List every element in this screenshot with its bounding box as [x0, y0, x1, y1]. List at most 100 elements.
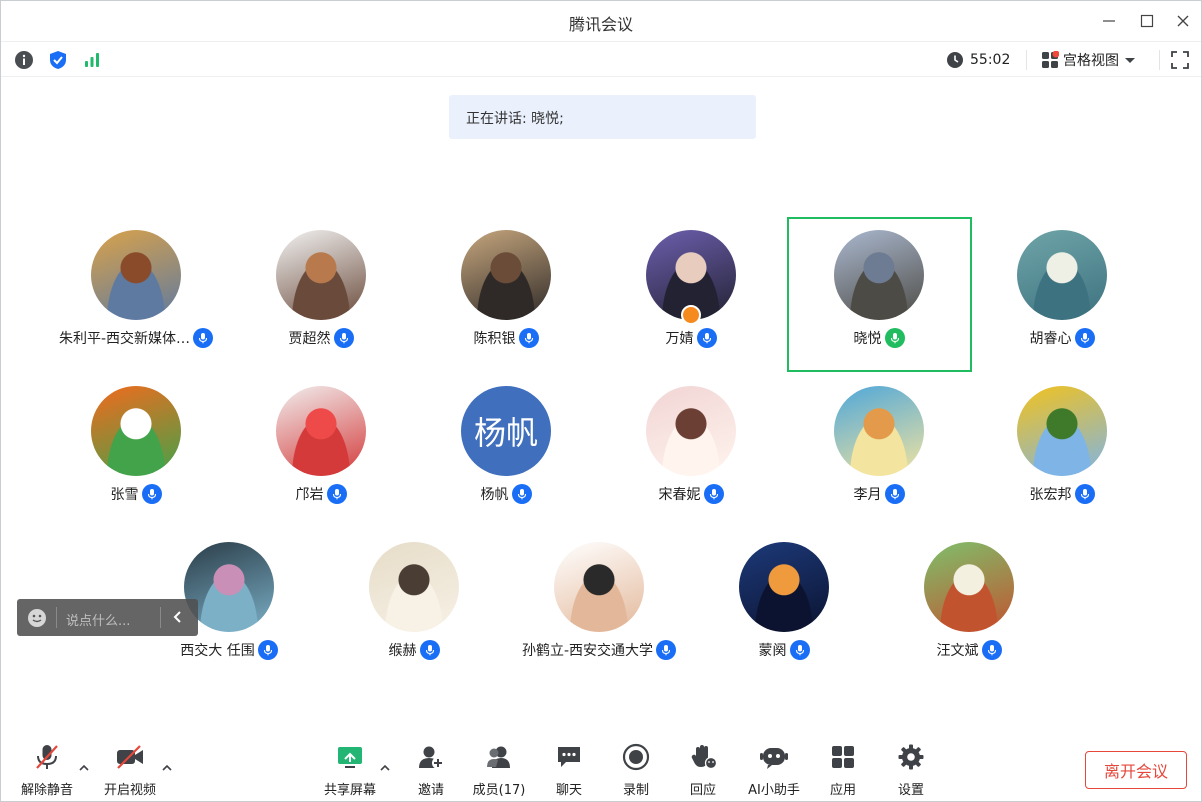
invite-label: 邀请: [417, 783, 444, 798]
participant-tile[interactable]: 缑赫: [322, 529, 506, 684]
maximize-icon[interactable]: [1131, 7, 1163, 35]
participant-tile[interactable]: 张雪: [44, 373, 228, 528]
settings-button[interactable]: 设置: [893, 741, 929, 799]
chevron-left-icon[interactable]: [171, 610, 185, 624]
participant-name-line: 张雪: [44, 484, 228, 504]
fullscreen-icon[interactable]: [1169, 49, 1191, 71]
mic-icon: [884, 484, 905, 504]
participant-name: 万婧: [665, 331, 694, 347]
participant-name-line: 陈积银: [414, 328, 598, 348]
record-button[interactable]: 录制: [618, 741, 654, 799]
ai-assistant-icon: [758, 741, 790, 773]
chat-label: 聊天: [555, 783, 582, 798]
participant-tile[interactable]: 朱利平-西交新媒体…: [44, 217, 228, 372]
members-label: 成员(17): [472, 783, 526, 798]
mic-icon: [141, 484, 162, 504]
participant-tile[interactable]: 李月: [787, 373, 971, 528]
participant-name-line: 缑赫: [322, 640, 506, 660]
security-shield-icon[interactable]: [47, 49, 69, 71]
mic-muted-icon: [31, 741, 63, 773]
leave-meeting-button[interactable]: 离开会议: [1085, 751, 1187, 789]
participant-tile[interactable]: 杨帆 杨帆: [414, 373, 598, 528]
participant-name-line: 胡睿心: [970, 328, 1154, 348]
participant-name: 杨帆: [480, 487, 509, 503]
participant-name-line: 贾超然: [229, 328, 413, 348]
mic-icon: [511, 484, 532, 504]
timer-text: 55:02: [970, 52, 1011, 68]
participant-name: 张雪: [110, 487, 139, 503]
participant-name-line: 汪文斌: [877, 640, 1061, 660]
participant-name: 陈积银: [473, 331, 516, 347]
chevron-down-icon: [1125, 58, 1135, 63]
participant-tile[interactable]: 张宏邦: [970, 373, 1154, 528]
minimize-icon[interactable]: [1093, 7, 1125, 35]
chat-bubble-icon: [553, 741, 585, 773]
participant-tile[interactable]: 胡睿心: [970, 217, 1154, 372]
participant-name-line: 张宏邦: [970, 484, 1154, 504]
participant-tile[interactable]: 陈积银: [414, 217, 598, 372]
participant-tile[interactable]: 孙鹤立-西安交通大学: [507, 529, 691, 684]
active-speaker-highlight: [787, 217, 972, 372]
avatar: [646, 386, 736, 476]
chat-input-box[interactable]: 说点什么...: [17, 599, 198, 636]
share-screen-icon: [334, 741, 366, 773]
participant-tile[interactable]: 宋春妮: [599, 373, 783, 528]
network-signal-icon[interactable]: [81, 49, 103, 71]
speaking-banner: 正在讲话: 晓悦;: [449, 95, 756, 139]
members-button[interactable]: 成员(17): [469, 741, 529, 799]
record-label: 录制: [622, 783, 649, 798]
participant-name-line: 西交大 任围: [137, 640, 321, 660]
participant-name-line: 朱利平-西交新媒体…: [44, 328, 228, 348]
participant-tile[interactable]: 贾超然: [229, 217, 413, 372]
participant-tile[interactable]: 万婧: [599, 217, 783, 372]
participant-name-line: 万婧: [599, 328, 783, 348]
info-icon[interactable]: [13, 49, 35, 71]
mic-icon: [333, 328, 354, 348]
participant-tile[interactable]: 蒙阕: [692, 529, 876, 684]
participant-name-line: 孙鹤立-西安交通大学: [507, 640, 691, 660]
chat-placeholder[interactable]: 说点什么...: [66, 610, 130, 629]
camera-off-icon: [114, 741, 146, 773]
divider: [1026, 50, 1027, 70]
participant-name-line: 李月: [787, 484, 971, 504]
apps-label: 应用: [829, 783, 856, 798]
chat-button[interactable]: 聊天: [551, 741, 587, 799]
ai-assistant-button[interactable]: AI小助手: [744, 741, 804, 799]
meeting-timer: 55:02: [946, 49, 1010, 71]
avatar: [461, 230, 551, 320]
avatar: [369, 542, 459, 632]
video-options-chevron-icon[interactable]: [160, 761, 174, 775]
invite-button[interactable]: 邀请: [413, 741, 449, 799]
avatar: [554, 542, 644, 632]
participant-name: 孙鹤立-西安交通大学: [521, 643, 654, 659]
participant-name: 蒙阕: [758, 643, 787, 659]
share-screen-label: 共享屏幕: [323, 783, 376, 798]
ai-assistant-label: AI小助手: [748, 783, 800, 798]
share-options-chevron-icon[interactable]: [378, 761, 392, 775]
unmute-button[interactable]: 解除静音: [19, 741, 75, 799]
avatar: [91, 230, 181, 320]
avatar: [739, 542, 829, 632]
participant-tile[interactable]: 邝岩: [229, 373, 413, 528]
view-mode-dropdown[interactable]: 宫格视图: [1041, 48, 1137, 72]
close-icon[interactable]: [1167, 7, 1199, 35]
avatar: [276, 386, 366, 476]
apps-button[interactable]: 应用: [825, 741, 861, 799]
mic-icon: [1074, 484, 1095, 504]
mic-icon: [257, 640, 278, 660]
participant-name-line: 邝岩: [229, 484, 413, 504]
record-icon: [620, 741, 652, 773]
mic-icon: [696, 328, 717, 348]
mic-icon: [703, 484, 724, 504]
react-button[interactable]: 回应: [685, 741, 721, 799]
mic-icon: [193, 328, 214, 348]
participant-name: 宋春妮: [658, 487, 701, 503]
add-person-icon: [415, 741, 447, 773]
share-screen-button[interactable]: 共享屏幕: [321, 741, 379, 799]
avatar: 杨帆: [461, 386, 551, 476]
participant-tile[interactable]: 汪文斌: [877, 529, 1061, 684]
audio-options-chevron-icon[interactable]: [77, 761, 91, 775]
mic-icon: [326, 484, 347, 504]
emoji-icon[interactable]: [27, 608, 47, 628]
start-video-button[interactable]: 开启视频: [102, 741, 158, 799]
